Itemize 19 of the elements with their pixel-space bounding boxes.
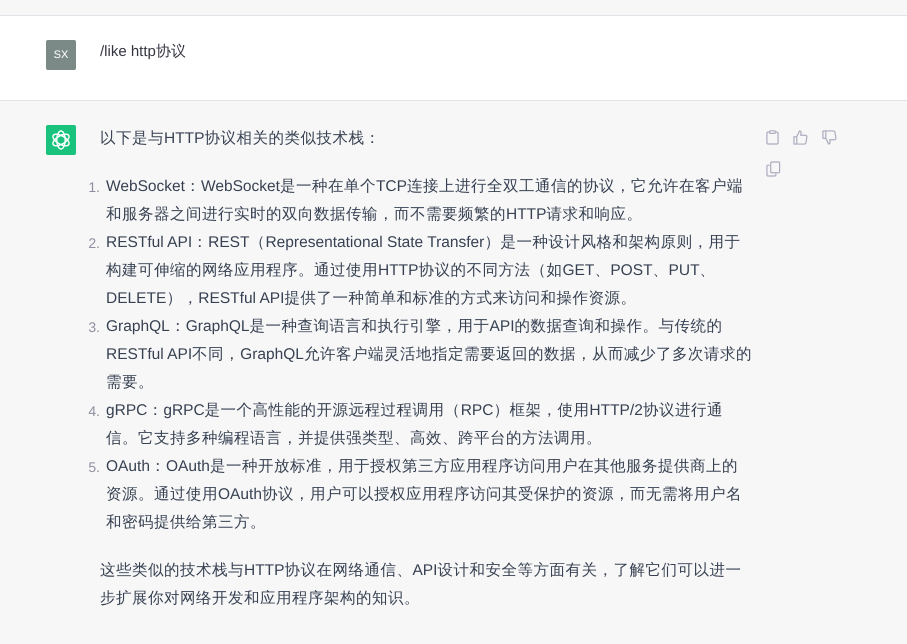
list-number: 3.: [87, 318, 101, 337]
clipboard-icon[interactable]: [766, 130, 779, 145]
list-number: 2.: [87, 234, 101, 253]
list-number: 5.: [87, 458, 101, 477]
list-item-text: gRPC：gRPC是一个高性能的开源远程过程调用（RPC）框架，使用HTTP/2协议进行通信。它支持多种编程语言，并提供强类型、高效、跨平台的方法调用。: [106, 401, 724, 449]
intro-text: 以下是与HTTP协议相关的类似技术栈：: [100, 129, 382, 149]
list-number: 4.: [87, 402, 101, 421]
copy-icon[interactable]: [766, 161, 781, 177]
user-message-text: /like http协议: [100, 42, 186, 62]
thumbs-up-icon[interactable]: [793, 130, 808, 145]
assistant-logo-icon: [46, 125, 76, 155]
list-item-text: RESTful API：REST（Representational State Transfer）是一种设计风格和架构原则，用于构建可伸缩的网络应用程序。通过使用HTTP协议的不同方法（如GET、POST、PUT、DELETE），RESTful API提供了一种简单和标准的方式来访问和操作资源。: [106, 233, 742, 309]
list-item-text: OAuth：OAuth是一种开放标准，用于授权第三方应用程序访问用户在其他服务提供商上的资源。通过使用OAuth协议，用户可以授权应用程序访问其受保护的资源，而无需将用户名和密码提供给第三方。: [106, 457, 743, 533]
list-number: 1.: [87, 178, 101, 197]
user-avatar: SX: [46, 40, 76, 70]
list-item-text: WebSocket：WebSocket是一种在单个TCP连接上进行全双工通信的协议，它允许在客户端和服务器之间进行实时的双向数据传输，而不需要频繁的HTTP请求和响应。: [106, 176, 744, 225]
thumbs-down-icon[interactable]: [822, 130, 837, 145]
conclusion-text: 这些类似的技术栈与HTTP协议在网络通信、API设计和安全等方面有关，了解它们可以进一步扩展你对网络开发和应用程序架构的知识。: [100, 560, 742, 609]
list-item-text: GraphQL：GraphQL是一种查询语言和执行引擎，用于API的数据查询和操作。与传统的RESTful API不同，GraphQL允许客户端灵活地指定需要返回的数据，从而减少了多次请求的需要。: [106, 317, 752, 393]
